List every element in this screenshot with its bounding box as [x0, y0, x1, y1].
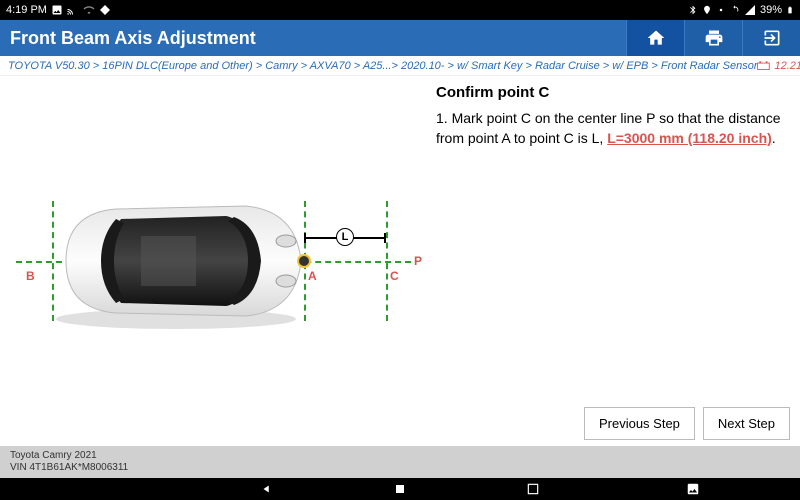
battery-percent: 39%: [760, 4, 782, 16]
breadcrumb: TOYOTA V50.30 > 16PIN DLC(Europe and Oth…: [8, 60, 757, 72]
title-bar: Front Beam Axis Adjustment: [0, 20, 800, 56]
vline-c: [386, 201, 388, 321]
instruction-pane: Confirm point C 1. Mark point C on the c…: [432, 76, 800, 446]
home-button[interactable]: [626, 20, 684, 56]
label-l-circle: L: [336, 228, 354, 246]
car-top-view: [46, 191, 306, 331]
wifi-icon: [83, 4, 95, 16]
point-b-label: B: [26, 269, 35, 283]
gps-icon: [716, 4, 726, 16]
bluetooth-icon: [688, 4, 698, 16]
instruction-heading: Confirm point C: [436, 84, 788, 101]
main-content: L B A C P Confirm point C 1. Mark point …: [0, 76, 800, 446]
step-text-suffix: .: [772, 130, 776, 146]
breadcrumb-row: TOYOTA V50.30 > 16PIN DLC(Europe and Oth…: [0, 56, 800, 76]
status-left: 4:19 PM: [6, 4, 111, 16]
voltage-value: 12.21V: [774, 60, 800, 72]
recent-icon[interactable]: [526, 482, 540, 496]
diamond-icon: [99, 4, 111, 16]
car-diagram: L B A C P: [6, 161, 426, 361]
sync-icon: [730, 4, 740, 16]
signal-icon: [744, 4, 756, 16]
status-time: 4:19 PM: [6, 4, 47, 16]
point-c-label: C: [390, 269, 399, 283]
home-icon: [646, 28, 666, 48]
cast-icon: [67, 4, 79, 16]
radar-target-point: [297, 254, 311, 268]
step-highlight: L=3000 mm (118.20 inch): [607, 130, 772, 146]
page-title: Front Beam Axis Adjustment: [10, 28, 256, 49]
location-icon: [702, 4, 712, 16]
print-icon: [704, 28, 724, 48]
status-right: 39%: [688, 4, 794, 16]
line-p-label: P: [414, 254, 422, 268]
previous-step-button[interactable]: Previous Step: [584, 407, 695, 440]
step-nav-buttons: Previous Step Next Step: [584, 407, 790, 440]
print-button[interactable]: [684, 20, 742, 56]
next-step-button[interactable]: Next Step: [703, 407, 790, 440]
exit-icon: [762, 28, 782, 48]
title-buttons: [626, 20, 800, 56]
exit-button[interactable]: [742, 20, 800, 56]
battery-voltage-icon: [757, 61, 771, 71]
image-icon: [51, 4, 63, 16]
android-nav-bar: [0, 478, 800, 500]
battery-icon: [786, 4, 794, 16]
vehicle-name: Toyota Camry 2021: [10, 450, 790, 462]
vehicle-info-bar: Toyota Camry 2021 VIN 4T1B61AK*M8006311: [0, 446, 800, 478]
bracket-left: [304, 233, 306, 243]
instruction-step: 1. Mark point C on the center line P so …: [436, 109, 788, 148]
home-nav-icon[interactable]: [394, 483, 406, 495]
point-a-label: A: [308, 269, 317, 283]
vehicle-vin: VIN 4T1B61AK*M8006311: [10, 462, 790, 474]
android-status-bar: 4:19 PM 39%: [0, 0, 800, 20]
diagram-pane: L B A C P: [0, 76, 432, 446]
bracket-right: [384, 233, 386, 243]
label-l: L: [342, 231, 349, 243]
screenshot-icon[interactable]: [686, 482, 700, 496]
back-icon[interactable]: [260, 482, 274, 496]
voltage-indicator: 12.21V: [757, 60, 800, 72]
